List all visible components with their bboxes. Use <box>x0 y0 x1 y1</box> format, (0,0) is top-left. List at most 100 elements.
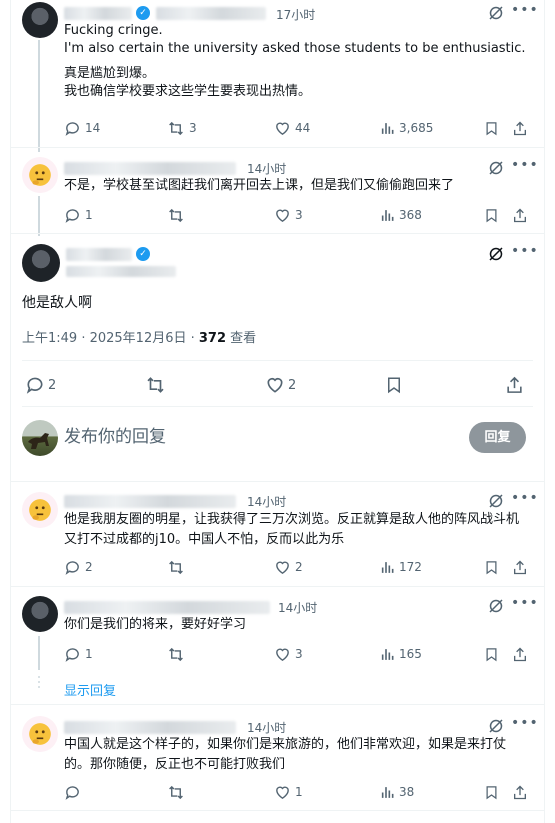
thread-line <box>38 196 40 236</box>
author-name[interactable] <box>64 721 236 734</box>
grok-icon[interactable] <box>488 160 504 176</box>
more-options-icon[interactable]: ••• <box>511 490 539 506</box>
user-avatar[interactable] <box>22 420 58 456</box>
repost-icon[interactable] <box>167 784 185 801</box>
verified-badge-icon: ✓ <box>136 247 150 261</box>
avatar[interactable] <box>22 492 58 528</box>
reply-icon[interactable] <box>64 784 81 801</box>
share-icon[interactable] <box>512 784 528 801</box>
grok-icon[interactable] <box>488 718 504 734</box>
tweet-time[interactable]: 14小时 <box>247 719 286 736</box>
like-icon[interactable] <box>265 375 285 395</box>
tweet-text: 你们是我们的将来，要好好学习 <box>64 617 247 632</box>
share-icon[interactable] <box>512 559 528 576</box>
bookmark-icon[interactable] <box>385 375 403 395</box>
divider <box>10 810 545 811</box>
views-icon[interactable] <box>380 646 396 663</box>
tweet-text-line: 我也确信学校要求这些学生要表现出热情。 <box>64 84 312 99</box>
tweet-text: 他是我朋友圈的明星，让我获得了三万次浏览。反正就算是敌人他的阵风战斗机又打不过成… <box>64 512 520 547</box>
repost-count: 3 <box>189 121 197 135</box>
verified-badge-icon: ✓ <box>136 6 150 20</box>
reply-icon[interactable] <box>25 375 45 395</box>
like-icon[interactable] <box>274 120 291 137</box>
reply-icon[interactable] <box>64 120 81 137</box>
repost-icon[interactable] <box>167 646 185 663</box>
thinking-face-icon <box>29 723 51 745</box>
bookmark-icon[interactable] <box>484 120 499 137</box>
views-number: 372 <box>198 331 227 346</box>
views-icon[interactable] <box>380 784 396 801</box>
reply-icon[interactable] <box>64 646 81 663</box>
more-options-icon[interactable]: ••• <box>511 157 539 173</box>
tweet-time[interactable]: 14小时 <box>278 599 317 616</box>
author-name[interactable] <box>64 495 236 508</box>
grok-icon[interactable] <box>488 493 504 509</box>
like-count: 2 <box>295 560 303 574</box>
more-options-icon[interactable]: ••• <box>511 595 539 611</box>
more-options-icon[interactable]: ••• <box>511 715 539 731</box>
avatar[interactable] <box>22 157 58 193</box>
tweet-text: 不是，学校甚至试图赶我们离开回去上课，但是我们又偷偷跑回来了 <box>64 178 455 193</box>
reply-input[interactable]: 发布你的回复 <box>64 426 166 448</box>
avatar[interactable] <box>22 596 58 632</box>
views-icon[interactable] <box>380 559 396 576</box>
reply-button[interactable]: 回复 <box>469 422 526 453</box>
thread-line <box>38 40 40 152</box>
grok-icon[interactable] <box>488 5 504 21</box>
views-count: 38 <box>399 785 415 799</box>
like-count: 44 <box>295 121 311 135</box>
bookmark-icon[interactable] <box>484 207 499 224</box>
bookmark-icon[interactable] <box>484 646 499 663</box>
avatar[interactable] <box>22 2 58 38</box>
views-icon[interactable] <box>380 207 396 224</box>
share-icon[interactable] <box>512 120 528 137</box>
share-icon[interactable] <box>512 207 528 224</box>
like-icon[interactable] <box>274 646 291 663</box>
author-handle[interactable] <box>156 7 266 20</box>
thinking-face-icon <box>29 499 51 521</box>
tweet-text: 中国人就是这个样子的，如果你们是来旅游的，他们非常欢迎，如果是来打仗的。那你随便… <box>64 737 507 772</box>
repost-icon[interactable] <box>145 375 166 395</box>
author-name[interactable] <box>64 601 270 614</box>
reply-icon[interactable] <box>64 207 81 224</box>
repost-icon[interactable] <box>167 207 185 224</box>
author-handle[interactable] <box>66 266 176 277</box>
grok-icon[interactable] <box>488 598 504 614</box>
like-count: 2 <box>288 378 297 393</box>
divider <box>22 360 533 361</box>
avatar[interactable] <box>22 716 58 752</box>
like-count: 3 <box>295 647 303 661</box>
repost-icon[interactable] <box>167 120 185 137</box>
divider <box>10 586 545 587</box>
tweet-time[interactable]: 14小时 <box>247 160 286 177</box>
views-count: 165 <box>399 647 422 661</box>
share-icon[interactable] <box>505 375 524 395</box>
tweet-time[interactable]: 14小时 <box>247 493 286 510</box>
repost-icon[interactable] <box>167 559 185 576</box>
tweet-time[interactable]: 17小时 <box>276 6 315 23</box>
tweet-text-line: I'm also certain the university asked th… <box>64 41 526 56</box>
thread-line <box>38 636 40 670</box>
show-replies-link[interactable]: 显示回复 <box>64 680 116 699</box>
like-icon[interactable] <box>274 784 291 801</box>
divider <box>10 147 545 148</box>
avatar[interactable] <box>22 244 60 282</box>
author-name[interactable] <box>66 248 132 261</box>
more-options-icon[interactable]: ••• <box>511 2 539 18</box>
reply-icon[interactable] <box>64 559 81 576</box>
thread-dots <box>38 676 40 691</box>
bookmark-icon[interactable] <box>484 559 499 576</box>
author-name[interactable] <box>64 7 132 20</box>
reply-count: 14 <box>85 121 101 135</box>
tweet-text: 他是敌人啊 <box>22 295 92 311</box>
like-icon[interactable] <box>274 207 291 224</box>
author-name[interactable] <box>64 162 236 175</box>
thinking-face-icon <box>29 164 51 186</box>
more-options-icon[interactable]: ••• <box>511 243 539 259</box>
views-icon[interactable] <box>380 120 396 137</box>
timestamp[interactable]: 上午1:49 · 2025年12月6日 · <box>22 331 199 346</box>
bookmark-icon[interactable] <box>484 784 499 801</box>
like-icon[interactable] <box>274 559 291 576</box>
share-icon[interactable] <box>512 646 528 663</box>
grok-icon[interactable] <box>488 246 504 262</box>
